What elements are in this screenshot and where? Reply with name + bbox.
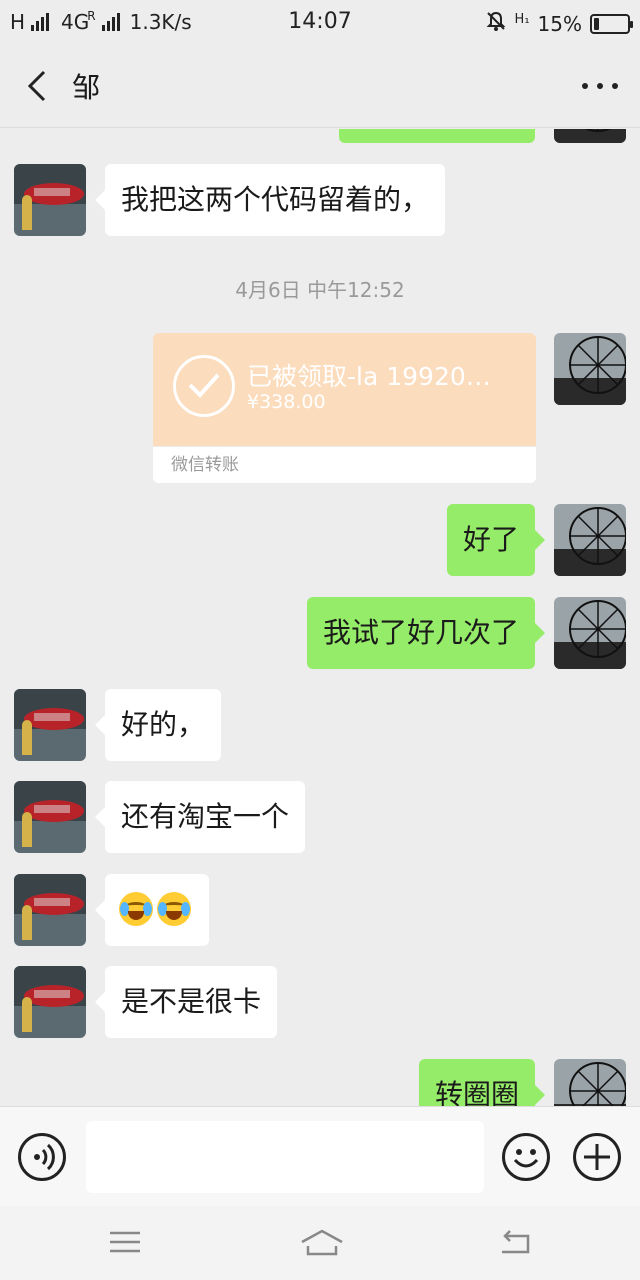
- transfer-description: 已被领取-la 199203…: [247, 362, 497, 391]
- plus-icon[interactable]: [573, 1133, 621, 1181]
- message-input[interactable]: [86, 1121, 484, 1193]
- message-bubble[interactable]: 转圈圈: [418, 1059, 546, 1106]
- battery-icon: [590, 13, 633, 34]
- message-bubble[interactable]: 好的，: [94, 689, 222, 761]
- contact-avatar[interactable]: [14, 689, 86, 761]
- status-right: H₁ 15%: [485, 10, 633, 37]
- self-avatar[interactable]: [554, 333, 626, 405]
- loudly-crying-face-icon: [119, 892, 153, 926]
- mute-icon: [485, 10, 507, 37]
- contact-avatar[interactable]: [14, 874, 86, 946]
- message-bubble[interactable]: 是不是很卡: [94, 966, 278, 1038]
- message-timestamp: 4月6日 中午12:52: [235, 278, 405, 302]
- self-avatar[interactable]: [554, 597, 626, 669]
- smiley-icon[interactable]: [502, 1133, 550, 1181]
- transfer-card[interactable]: 已被领取-la 199203… ¥338.00 微信转账: [153, 333, 536, 483]
- home-icon[interactable]: [300, 1228, 344, 1258]
- more-dots-icon[interactable]: [582, 74, 618, 98]
- message-list[interactable]: 我把这两个代码留着的， 4月6日 中午12:52 已被领取-la 199203……: [0, 129, 640, 1106]
- input-bar: [0, 1106, 640, 1206]
- transfer-amount: ¥338.00: [247, 391, 326, 413]
- status-bar: H 4G R 1.3K/s 14:07 H₁ 15%: [0, 0, 640, 44]
- message-bubble[interactable]: 还有淘宝一个: [94, 781, 306, 853]
- message-bubble[interactable]: 我试了好几次了: [306, 597, 546, 669]
- chevron-left-icon[interactable]: [22, 68, 58, 104]
- self-avatar[interactable]: [554, 1059, 626, 1106]
- battery-percent: 15%: [537, 11, 582, 36]
- system-nav-bar: [0, 1206, 640, 1280]
- message-bubble-emoji[interactable]: [95, 874, 209, 946]
- voice-icon[interactable]: [18, 1133, 66, 1181]
- contact-avatar[interactable]: [14, 781, 86, 853]
- transfer-card-body: 已被领取-la 199203… ¥338.00: [153, 333, 536, 446]
- contact-avatar[interactable]: [14, 164, 86, 236]
- transfer-footer: 微信转账: [153, 446, 536, 483]
- message-bubble[interactable]: 好了: [446, 504, 546, 576]
- message-bubble[interactable]: 我把这两个代码留着的，: [94, 164, 446, 236]
- message-bubble-partial[interactable]: [339, 129, 535, 143]
- loudly-crying-face-icon: [157, 892, 191, 926]
- back-icon[interactable]: [498, 1228, 534, 1258]
- self-avatar[interactable]: [554, 504, 626, 576]
- chat-header: 邹: [0, 44, 640, 128]
- self-avatar[interactable]: [554, 129, 626, 143]
- contact-avatar[interactable]: [14, 966, 86, 1038]
- check-circle-icon: [173, 355, 235, 417]
- menu-icon[interactable]: [108, 1228, 144, 1258]
- chat-title: 邹: [72, 71, 101, 104]
- battery-level-fill: [594, 17, 599, 30]
- hd-mark: H₁: [514, 12, 530, 27]
